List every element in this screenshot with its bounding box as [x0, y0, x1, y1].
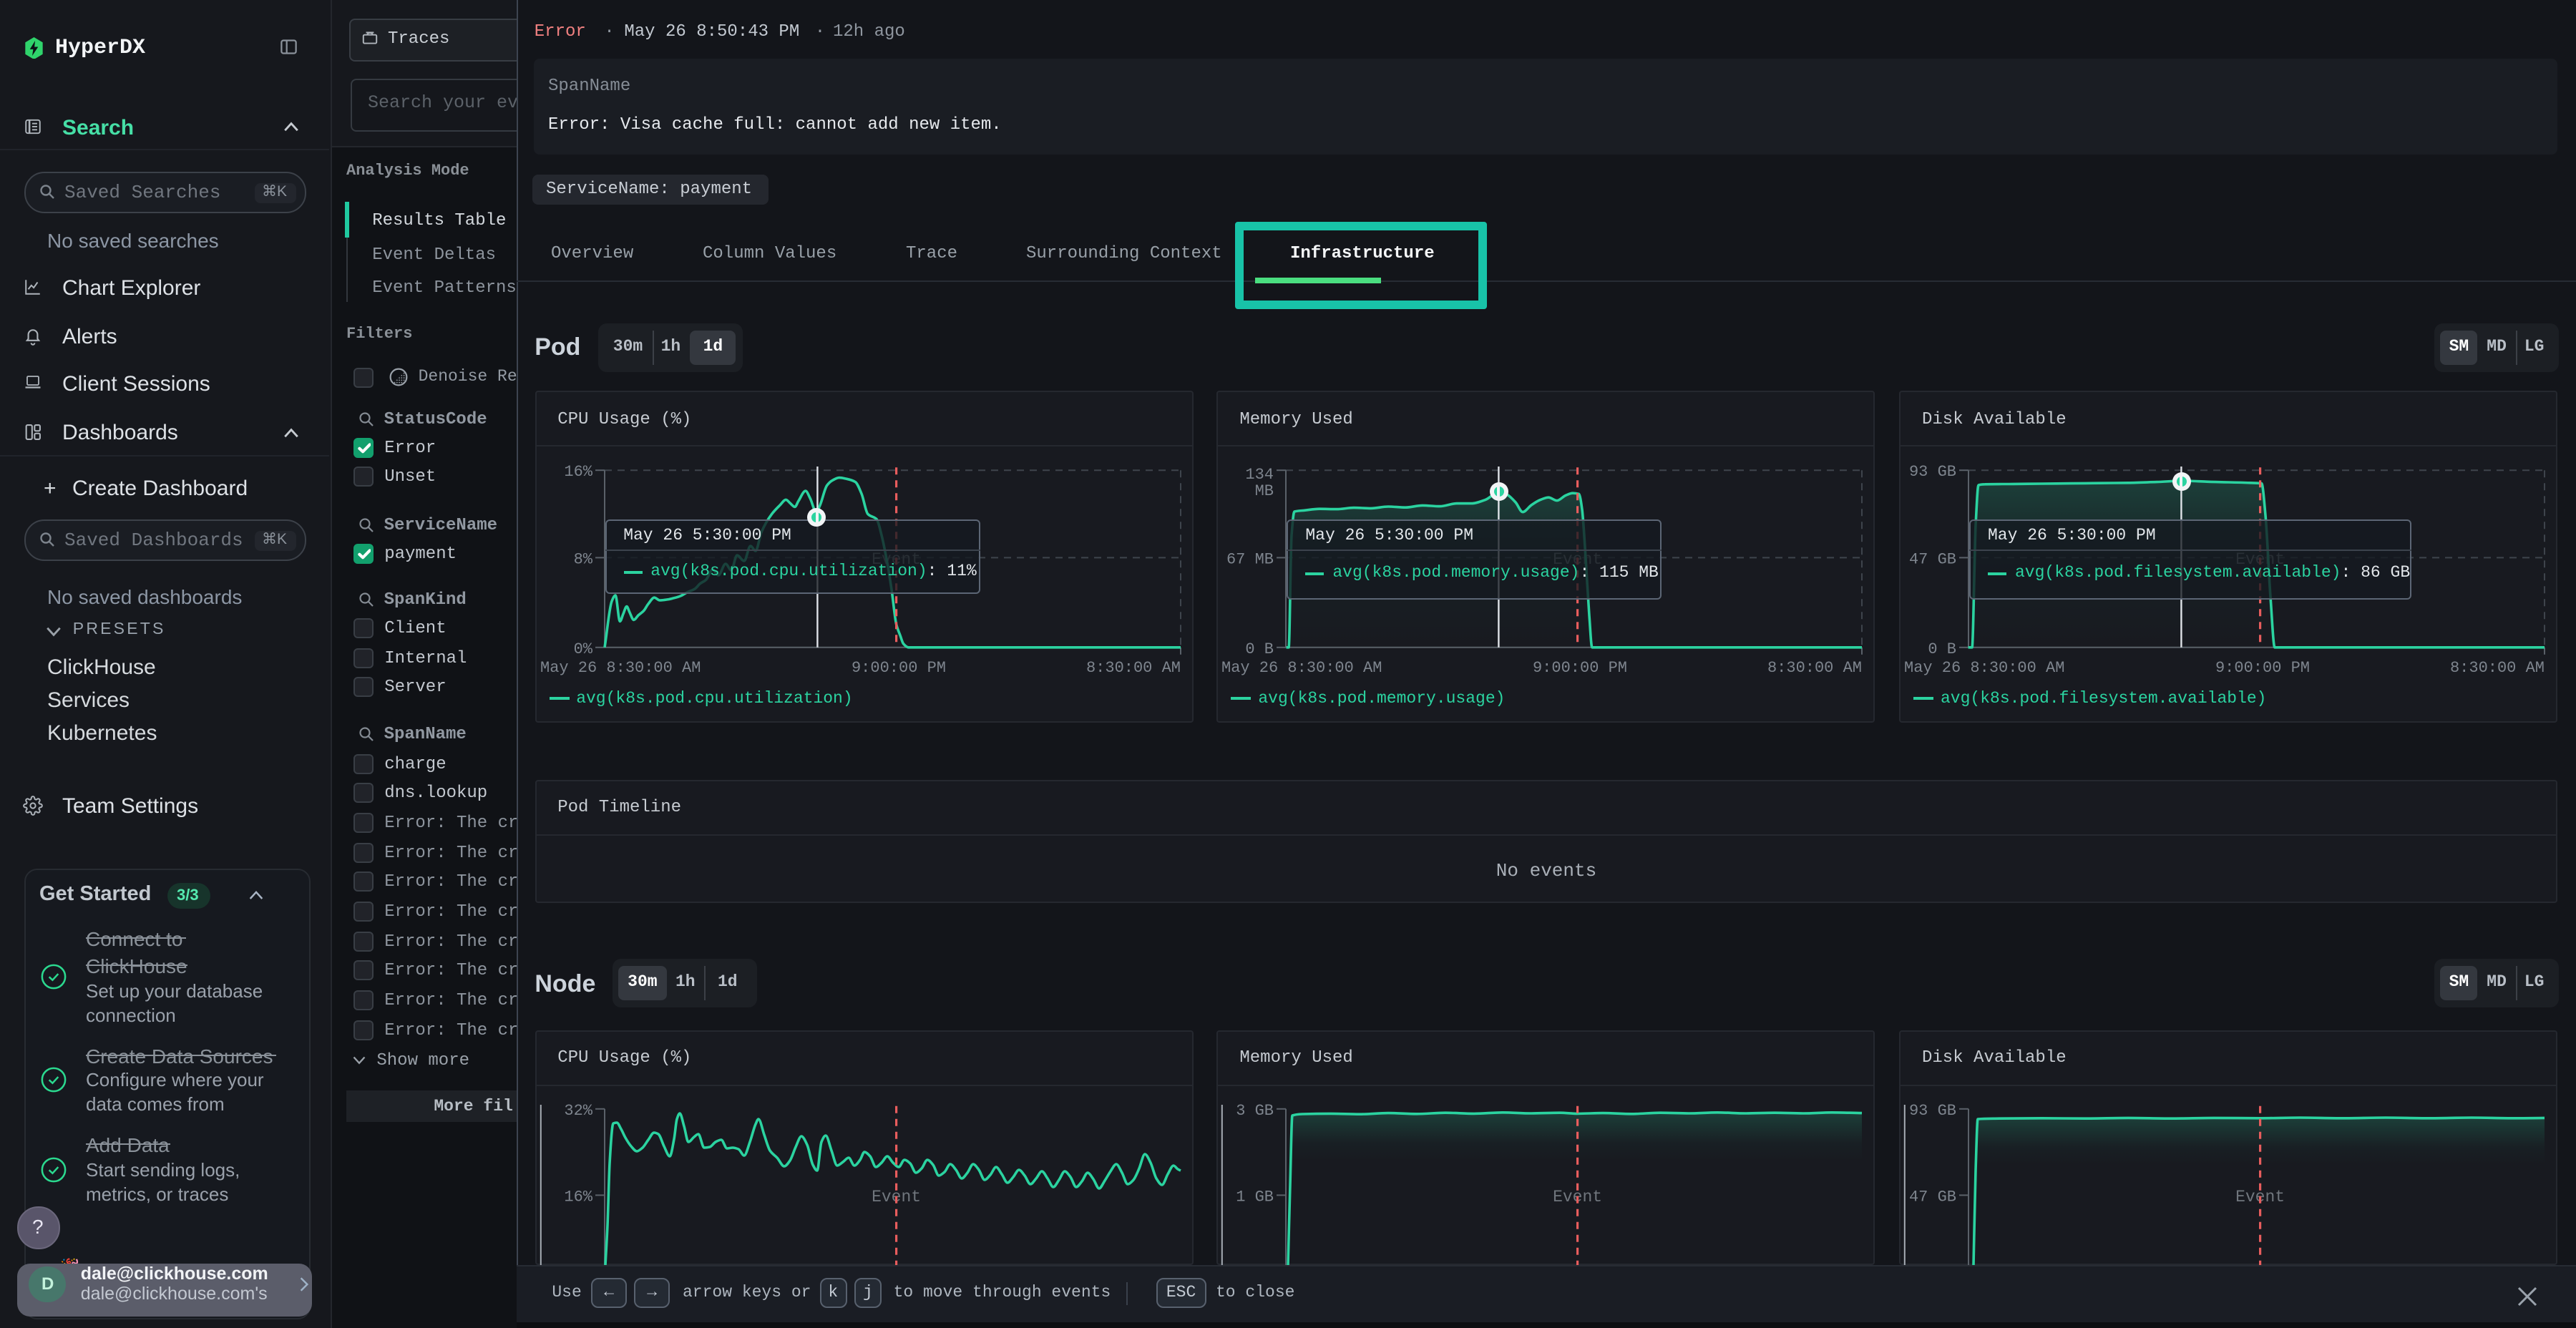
svg-text:9:00:00 PM: 9:00:00 PM	[2215, 659, 2310, 677]
svg-text:16%: 16%	[564, 463, 592, 481]
svg-text:8:30:00 AM: 8:30:00 AM	[2450, 659, 2545, 677]
svg-text:93 GB: 93 GB	[1909, 463, 1956, 481]
svg-text:8:30:00 AM: 8:30:00 AM	[1767, 659, 1862, 677]
svg-text:67 MB: 67 MB	[1226, 550, 1274, 568]
svg-text:9:00:00 PM: 9:00:00 PM	[851, 659, 945, 677]
svg-text:MB: MB	[1255, 482, 1274, 500]
svg-text:47 GB: 47 GB	[1909, 550, 1956, 568]
svg-text:1 GB: 1 GB	[1236, 1188, 1274, 1206]
svg-text:134: 134	[1246, 466, 1274, 484]
svg-text:May 26 8:30:00 AM: May 26 8:30:00 AM	[540, 659, 700, 677]
svg-text:8:30:00 AM: 8:30:00 AM	[1085, 659, 1180, 677]
svg-text:47 GB: 47 GB	[1909, 1188, 1956, 1206]
svg-text:32%: 32%	[564, 1101, 592, 1119]
svg-text:16%: 16%	[564, 1188, 592, 1206]
svg-text:May 26 8:30:00 AM: May 26 8:30:00 AM	[1904, 659, 2064, 677]
svg-text:3 GB: 3 GB	[1236, 1101, 1274, 1119]
svg-text:0 B: 0 B	[1928, 640, 1956, 658]
svg-text:9:00:00 PM: 9:00:00 PM	[1533, 659, 1627, 677]
svg-text:0 B: 0 B	[1246, 640, 1274, 658]
svg-text:8%: 8%	[573, 550, 592, 568]
svg-text:93 GB: 93 GB	[1909, 1101, 1956, 1119]
svg-text:May 26 8:30:00 AM: May 26 8:30:00 AM	[1221, 659, 1382, 677]
svg-text:0%: 0%	[573, 640, 592, 658]
